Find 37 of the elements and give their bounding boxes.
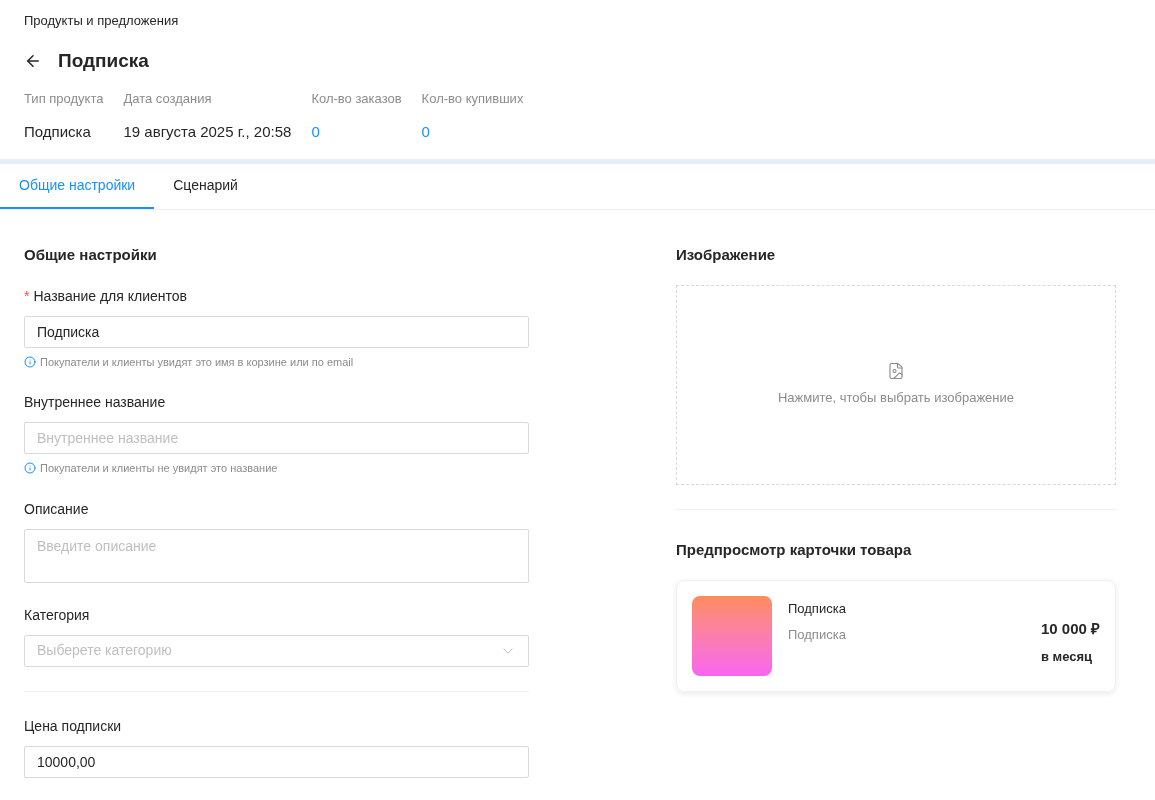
image-file-icon bbox=[887, 361, 905, 380]
stat-value: Подписка bbox=[24, 121, 92, 142]
product-subtitle: Подписка bbox=[788, 625, 847, 644]
price-field[interactable]: 10000,00 bbox=[24, 745, 529, 778]
section-heading: Предпросмотр карточки товара bbox=[676, 539, 913, 560]
price-period: в месяц bbox=[1040, 647, 1093, 666]
stat-link[interactable]: 0 bbox=[311, 120, 402, 143]
product-price: 10 000 ₽ bbox=[1040, 619, 1100, 639]
field-hint: Покупатели и клиенты не увидят это название bbox=[40, 461, 278, 476]
stat-label: Дата создания bbox=[123, 90, 213, 108]
tab[interactable]: Сценарий bbox=[154, 164, 257, 209]
text-field[interactable]: Внутреннее название bbox=[24, 422, 529, 454]
required-mark: * bbox=[24, 286, 30, 306]
category-select[interactable]: Выберете категорию bbox=[24, 634, 529, 667]
stat-value: 19 августа 2025 г., 20:58 bbox=[123, 121, 292, 142]
product-name: Подписка bbox=[788, 600, 847, 618]
page-title: Подписка bbox=[58, 48, 149, 73]
stat-label: Кол-во купивших bbox=[421, 90, 524, 108]
stat-label: Кол-во заказов bbox=[311, 90, 402, 108]
stat-link[interactable]: 0 bbox=[421, 120, 524, 143]
section-heading: Изображение bbox=[676, 245, 777, 265]
stat-label: Тип продукта bbox=[24, 90, 104, 108]
field-label: Описание bbox=[24, 499, 89, 519]
image-upload-area[interactable]: Нажмите, чтобы выбрать изображение bbox=[676, 284, 1116, 485]
upload-prompt: Нажмите, чтобы выбрать изображение bbox=[778, 388, 1014, 407]
field-label: Внутреннее название bbox=[24, 393, 166, 412]
tab[interactable]: Общие настройки bbox=[0, 164, 155, 209]
breadcrumb[interactable]: Продукты и предложения bbox=[24, 11, 1131, 31]
description-field[interactable]: Введите описание bbox=[24, 528, 529, 583]
section-heading: Общие настройки bbox=[24, 245, 158, 265]
info-icon bbox=[24, 462, 36, 475]
info-icon bbox=[24, 355, 36, 368]
field-label: Название для клиентов bbox=[33, 286, 187, 306]
field-label: Категория bbox=[24, 605, 90, 625]
text-field[interactable]: Подписка bbox=[24, 315, 529, 348]
field-hint: Покупатели и клиенты увидят это имя в корзине или по email bbox=[40, 354, 354, 370]
field-label: Цена подписки bbox=[24, 716, 123, 736]
